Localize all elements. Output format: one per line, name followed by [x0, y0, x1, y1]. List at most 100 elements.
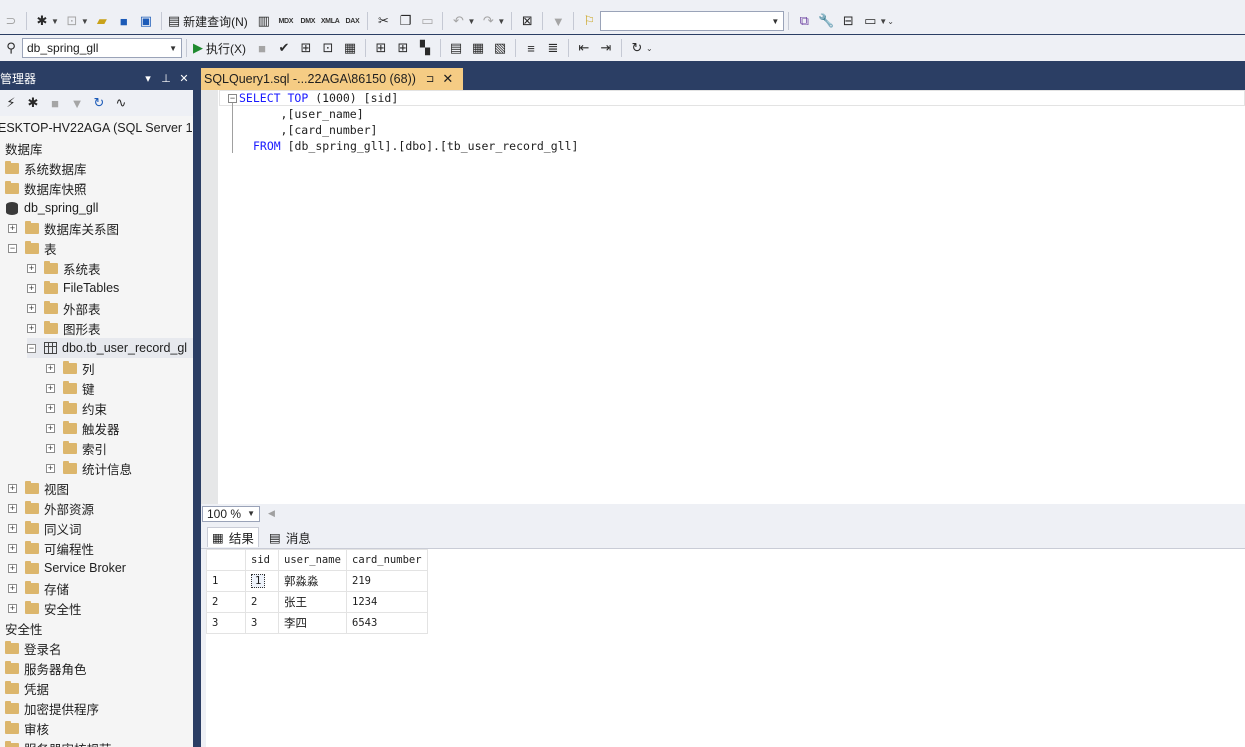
chevron-down-icon[interactable]: ▼	[169, 44, 177, 53]
parse-checkmark-icon[interactable]: ✔	[273, 37, 295, 59]
row-number[interactable]: 1	[206, 570, 246, 592]
activity-monitor-icon[interactable]: ∿	[110, 92, 132, 114]
column-header-sid[interactable]: sid	[245, 549, 279, 571]
expand-icon[interactable]: +	[8, 523, 17, 533]
scroll-left-icon[interactable]: ◀	[268, 508, 275, 519]
tree-node-graph-tables[interactable]: + 图形表	[27, 318, 101, 338]
chevron-down-icon[interactable]: ▼	[51, 17, 59, 26]
row-number[interactable]: 2	[206, 591, 246, 613]
tree-node-indexes[interactable]: + 索引	[46, 438, 107, 458]
tree-node-external-resources[interactable]: + 外部资源	[8, 498, 94, 518]
pin-icon[interactable]: ⊐	[426, 74, 434, 85]
expand-icon[interactable]: +	[8, 483, 17, 493]
window-position-icon[interactable]: ▾	[139, 72, 157, 85]
find-in-files-icon[interactable]: ⚐	[578, 10, 600, 32]
dmx-query-button[interactable]: DMX	[297, 10, 319, 32]
tree-node-system-tables[interactable]: + 系统表	[27, 258, 101, 278]
increase-indent-icon[interactable]: ⇥	[595, 37, 617, 59]
tree-node-audit[interactable]: 审核	[5, 718, 49, 738]
expand-icon[interactable]: +	[8, 563, 17, 573]
find-combo[interactable]: ▼	[600, 11, 785, 31]
intellisense-icon[interactable]: ▦	[339, 37, 361, 59]
uncomment-lines-icon[interactable]: ≣	[542, 37, 564, 59]
expand-icon[interactable]: +	[8, 603, 17, 613]
tree-node-databases[interactable]: 数据库	[5, 138, 43, 158]
column-header-card-number[interactable]: card_number	[346, 549, 428, 571]
chevron-down-icon[interactable]: ▼	[497, 17, 505, 26]
new-query-button[interactable]: ▤ 新建查询(N)	[166, 10, 253, 32]
redo-icon[interactable]: ↷	[477, 10, 499, 32]
expand-icon[interactable]: +	[46, 423, 55, 433]
activity-monitor-icon[interactable]: ⊠	[516, 10, 538, 32]
toolbar-overflow-icon[interactable]: ⌄	[646, 44, 653, 53]
tree-node-synonyms[interactable]: + 同义词	[8, 518, 82, 538]
tree-node-diagrams[interactable]: + 数据库关系图	[8, 218, 119, 238]
collapse-icon[interactable]: −	[27, 343, 36, 353]
tab-results[interactable]: ▦ 结果	[207, 527, 259, 547]
chevron-down-icon[interactable]: ▼	[879, 17, 887, 26]
tree-node-db[interactable]: db_spring_gll	[6, 198, 98, 218]
tree-node-storage[interactable]: + 存储	[8, 578, 69, 598]
tab-sqlquery1[interactable]: SQLQuery1.sql -...22AGA\86150 (68)) ⊐ ✕	[201, 68, 463, 90]
pin-icon[interactable]: ⊥	[157, 72, 175, 85]
tree-node-audit-spec[interactable]: 服务器审核规范	[5, 738, 112, 747]
undo-icon[interactable]: ↶	[447, 10, 469, 32]
results-to-text-icon[interactable]: ▤	[445, 37, 467, 59]
decrease-indent-icon[interactable]: ⇤	[573, 37, 595, 59]
dax-query-button[interactable]: DAX	[341, 10, 363, 32]
cell-sid[interactable]: 2	[245, 591, 279, 613]
expand-icon[interactable]: +	[46, 463, 55, 473]
zoom-combo[interactable]: 100 % ▼	[202, 505, 260, 522]
save-all-icon[interactable]: ▣	[135, 10, 157, 32]
expand-icon[interactable]: +	[8, 503, 17, 513]
tree-node-server[interactable]: ESKTOP-HV22AGA (SQL Server 15	[0, 118, 193, 138]
tab-messages[interactable]: ▤ 消息	[265, 527, 315, 547]
cell-card-number[interactable]: 1234	[346, 591, 428, 613]
execute-button[interactable]: ▶ 执行(X)	[191, 37, 251, 59]
chevron-down-icon[interactable]: ▼	[247, 509, 255, 518]
toolbox-icon[interactable]: ⊟	[837, 10, 859, 32]
connect-object-icon[interactable]: ✱	[22, 92, 44, 114]
expand-icon[interactable]: +	[46, 403, 55, 413]
disconnect-icon[interactable]: ■	[44, 92, 66, 114]
actual-plan-icon[interactable]: ⊞	[370, 37, 392, 59]
tree-node-user-table[interactable]: − dbo.tb_user_record_gl	[27, 338, 193, 358]
save-icon[interactable]: ■	[113, 10, 135, 32]
cell-user-name[interactable]: 李四	[278, 612, 347, 634]
available-databases-combo[interactable]: db_spring_gll ▼	[22, 38, 182, 58]
expand-icon[interactable]: +	[8, 543, 17, 553]
tree-node-security[interactable]: 安全性	[5, 618, 43, 638]
expand-icon[interactable]: +	[27, 263, 36, 273]
xmla-query-button[interactable]: XMLA	[319, 10, 342, 32]
tree-node-crypto-providers[interactable]: 加密提供程序	[5, 698, 99, 718]
tree-node-triggers[interactable]: + 触发器	[46, 418, 120, 438]
estimated-plan-icon[interactable]: ⊞	[295, 37, 317, 59]
expand-icon[interactable]: +	[27, 323, 36, 333]
change-connection-icon[interactable]: ⚲	[0, 37, 22, 59]
new-project-icon[interactable]: ✱	[31, 10, 53, 32]
solution-config-dropdown[interactable]: ▼	[547, 10, 569, 32]
expand-icon[interactable]: +	[46, 363, 55, 373]
copy-icon[interactable]: ❐	[394, 10, 416, 32]
navigate-back-icon[interactable]: ⊃	[0, 10, 22, 32]
tree-node-views[interactable]: + 视图	[8, 478, 69, 498]
chevron-down-icon[interactable]: ▼	[771, 17, 779, 26]
expand-icon[interactable]: +	[27, 283, 36, 293]
tree-node-logins[interactable]: 登录名	[5, 638, 62, 658]
row-number[interactable]: 3	[206, 612, 246, 634]
cell-sid[interactable]: 1	[245, 570, 279, 592]
tree-node-tables[interactable]: − 表	[8, 238, 57, 258]
column-header-user-name[interactable]: user_name	[278, 549, 347, 571]
properties-wrench-icon[interactable]: 🔧	[815, 10, 837, 32]
tree-node-credentials[interactable]: 凭据	[5, 678, 49, 698]
chevron-down-icon[interactable]: ▼	[81, 17, 89, 26]
tree-node-server-roles[interactable]: 服务器角色	[5, 658, 87, 678]
toolbar-overflow-icon[interactable]: ⌄	[887, 17, 894, 26]
tree-node-file-tables[interactable]: + FileTables	[27, 278, 119, 298]
tree-node-db-security[interactable]: + 安全性	[8, 598, 82, 618]
comment-lines-icon[interactable]: ≡	[520, 37, 542, 59]
visual-studio-icon[interactable]: ⧉	[793, 10, 815, 32]
query-options-icon[interactable]: ⊡	[317, 37, 339, 59]
tree-node-snapshots[interactable]: 数据库快照	[5, 178, 87, 198]
specify-template-values-icon[interactable]: ↻	[626, 37, 648, 59]
